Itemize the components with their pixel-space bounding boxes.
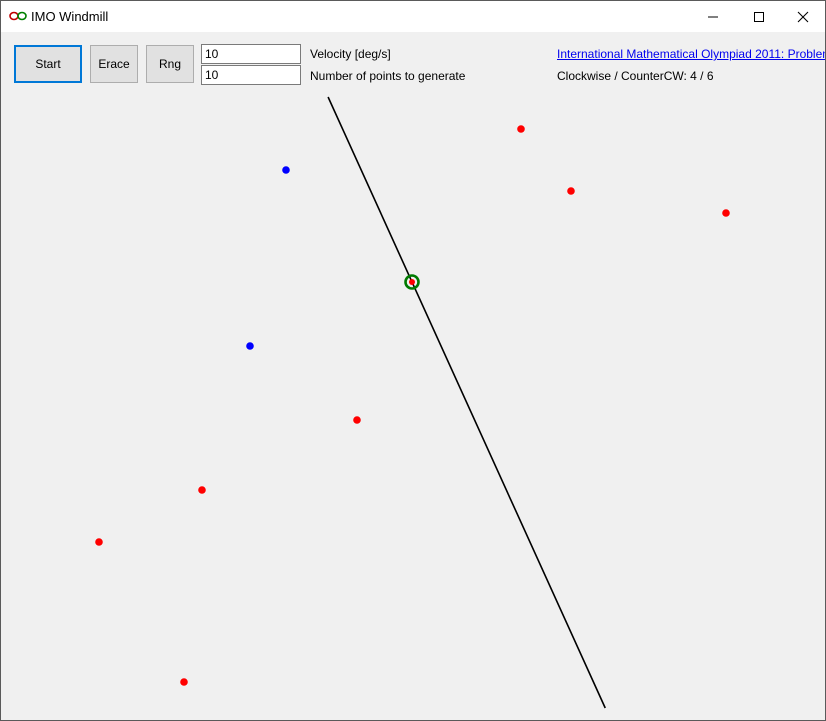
minimize-button[interactable] [690,1,736,32]
window-title: IMO Windmill [31,9,109,24]
velocity-label: Velocity [deg/s] [310,47,391,61]
rotation-count-text: Clockwise / CounterCW: 4 / 6 [557,69,714,83]
minimize-icon [708,16,718,17]
points-count-input[interactable] [201,65,301,85]
imo-problem-link[interactable]: International Mathematical Olympiad 2011… [557,47,825,61]
erace-button[interactable]: Erace [90,45,138,83]
app-window: IMO Windmill Start Erace Rng Velocity [d… [0,0,826,721]
close-icon [797,11,809,22]
app-icon [9,11,27,21]
close-button[interactable] [780,1,825,32]
start-button[interactable]: Start [14,45,82,83]
rng-button[interactable]: Rng [146,45,194,83]
maximize-icon [754,11,764,22]
points-count-label: Number of points to generate [310,69,466,83]
title-bar[interactable]: IMO Windmill [1,1,825,32]
velocity-input[interactable] [201,44,301,64]
client-area: Start Erace Rng Velocity [deg/s] Number … [1,32,825,720]
maximize-button[interactable] [736,1,782,32]
